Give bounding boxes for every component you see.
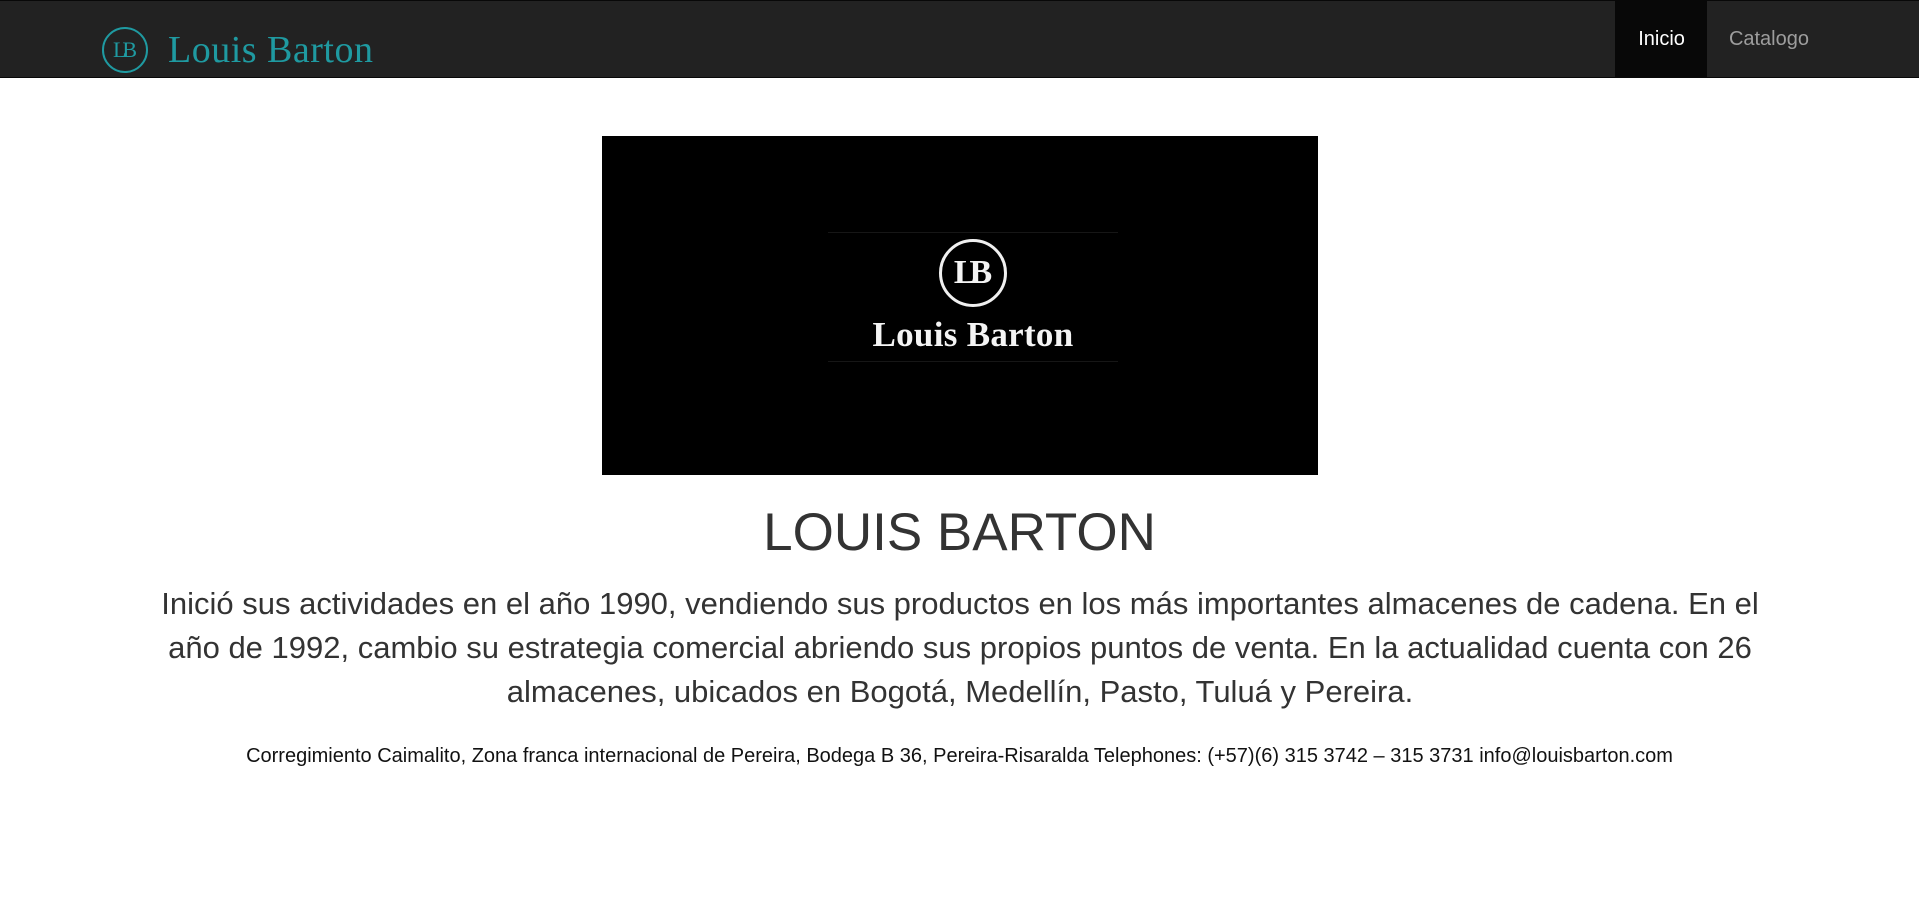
brand-logo-link[interactable]: LB Louis Barton [102, 25, 373, 75]
top-navbar: LB Louis Barton Inicio Catalogo [0, 0, 1919, 78]
hero-logo-text: Louis Barton [872, 315, 1074, 354]
footer-contact-info: Corregimiento Caimalito, Zona franca int… [246, 745, 1673, 767]
hero-monogram-icon: LB [939, 239, 1007, 307]
nav-item-inicio[interactable]: Inicio [1615, 1, 1707, 78]
brand-name: Louis Barton [168, 29, 374, 71]
brand-monogram-icon: LB [102, 27, 148, 73]
hero-logo: LB Louis Barton [828, 232, 1118, 362]
nav-item-catalogo[interactable]: Catalogo [1707, 1, 1831, 78]
main-nav: Inicio Catalogo [1615, 1, 1919, 78]
hero-banner-image: LB Louis Barton [602, 136, 1318, 475]
company-description: Inició sus actividades en el año 1990, v… [161, 586, 1759, 709]
page-title: LOUIS BARTON [763, 503, 1156, 562]
